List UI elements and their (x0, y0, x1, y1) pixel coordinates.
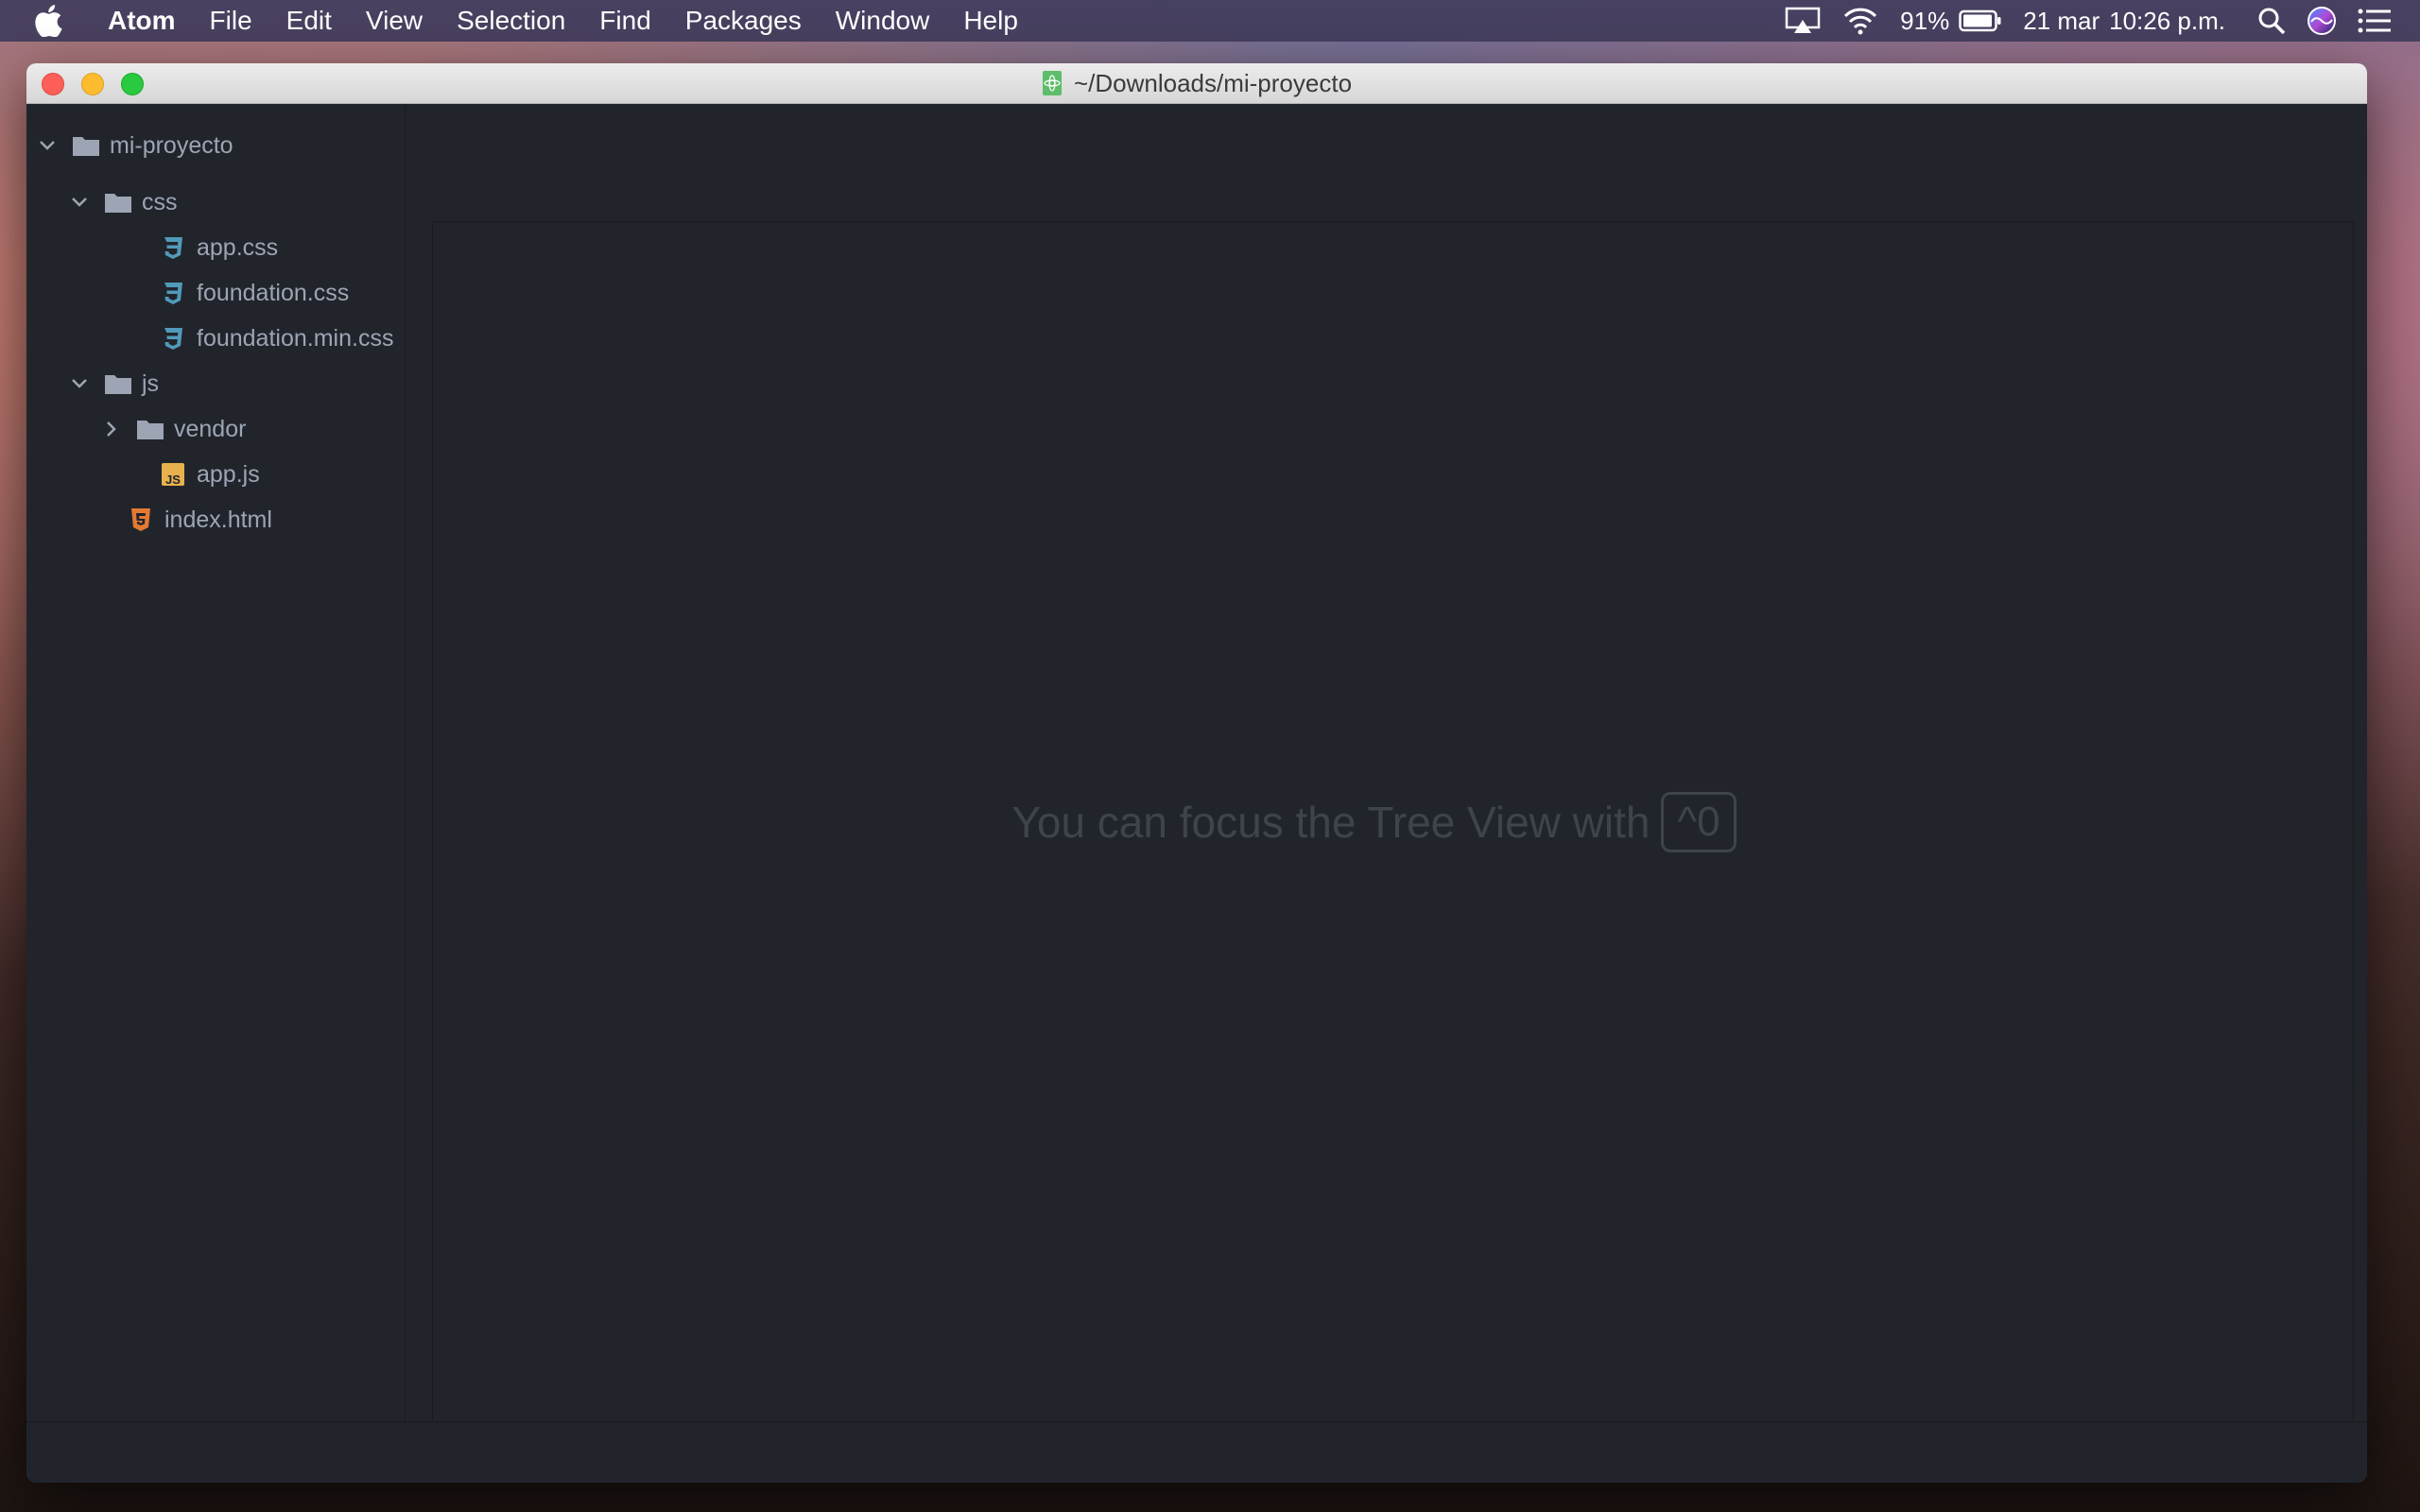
tree-root-folder[interactable]: mi-proyecto (38, 127, 233, 164)
notification-center-icon[interactable] (2358, 8, 2392, 34)
chevron-down-icon[interactable] (70, 374, 89, 393)
tree-item-label: foundation.css (197, 279, 350, 306)
battery-percent: 91% (1900, 6, 1950, 35)
battery-icon[interactable] (1959, 9, 2002, 32)
css3-file-icon (159, 281, 187, 305)
tree-view[interactable]: mi-proyecto css app.css foundation.css f… (26, 104, 406, 1422)
minimize-button[interactable] (81, 73, 104, 95)
tree-file-app-css[interactable]: app.css (159, 229, 278, 266)
window-titlebar[interactable]: ~/Downloads/mi-proyecto (26, 63, 2367, 104)
tree-item-label: app.js (197, 460, 260, 488)
tree-file-foundation-min-css[interactable]: foundation.min.css (159, 319, 393, 357)
menu-help[interactable]: Help (946, 0, 1035, 42)
tree-view-focus-hint: You can focus the Tree View with ^0 (1011, 792, 1737, 852)
svg-text:JS: JS (165, 472, 181, 487)
menu-bar: Atom File Edit View Selection Find Packa… (0, 0, 2420, 42)
tree-file-index-html[interactable]: index.html (127, 501, 272, 539)
clock-date[interactable]: 21 mar (2023, 7, 2100, 36)
wifi-icon[interactable] (1841, 7, 1879, 35)
window-controls (42, 73, 161, 95)
tree-item-label: foundation.min.css (197, 324, 394, 352)
atom-window: ~/Downloads/mi-proyecto mi-proyecto css … (26, 63, 2367, 1483)
html5-file-icon (127, 507, 155, 532)
tree-item-label: js (142, 369, 160, 397)
workspace: mi-proyecto css app.css foundation.css f… (26, 104, 2367, 1483)
hint-text: You can focus the Tree View with (1011, 798, 1651, 847)
tree-item-label: index.html (164, 506, 272, 533)
editor-pane[interactable]: You can focus the Tree View with ^0 (406, 104, 2367, 1422)
menu-view[interactable]: View (349, 0, 440, 42)
menu-file[interactable]: File (193, 0, 269, 42)
close-button[interactable] (42, 73, 64, 95)
siri-icon[interactable] (2307, 6, 2337, 36)
empty-pane[interactable]: You can focus the Tree View with ^0 (432, 221, 2354, 1422)
folder-icon (136, 417, 164, 441)
menu-packages[interactable]: Packages (668, 0, 819, 42)
tree-folder-css[interactable]: css (70, 183, 178, 221)
airplay-icon[interactable] (1785, 7, 1821, 35)
apple-menu-icon[interactable] (34, 0, 72, 42)
tree-file-foundation-css[interactable]: foundation.css (159, 274, 349, 312)
spotlight-search-icon[interactable] (2257, 7, 2286, 35)
keyboard-shortcut-badge: ^0 (1661, 792, 1737, 852)
status-bar (26, 1421, 2367, 1483)
folder-icon (104, 371, 132, 396)
menu-find[interactable]: Find (582, 0, 667, 42)
tree-folder-vendor[interactable]: vendor (102, 410, 246, 448)
css3-file-icon (159, 235, 187, 260)
chevron-down-icon[interactable] (38, 136, 57, 155)
window-title: ~/Downloads/mi-proyecto (1073, 68, 1353, 97)
tree-folder-js[interactable]: js (70, 365, 159, 403)
status-menus: 91% 21 mar 10:26 p.m. (1785, 0, 2420, 42)
tree-item-label: vendor (174, 415, 247, 442)
tree-item-label: mi-proyecto (110, 131, 233, 159)
zoom-button[interactable] (121, 73, 144, 95)
folder-icon (72, 133, 100, 158)
project-folder-icon (1042, 71, 1062, 95)
folder-icon (104, 190, 132, 215)
javascript-file-icon: JS (159, 462, 187, 487)
menu-edit[interactable]: Edit (269, 0, 349, 42)
chevron-right-icon[interactable] (102, 420, 121, 438)
css3-file-icon (159, 326, 187, 351)
tree-file-app-js[interactable]: JS app.js (159, 455, 260, 493)
tree-item-label: css (142, 188, 178, 215)
tree-item-label: app.css (197, 233, 279, 261)
menu-selection[interactable]: Selection (440, 0, 582, 42)
menu-window[interactable]: Window (819, 0, 947, 42)
chevron-down-icon[interactable] (70, 193, 89, 212)
clock-time[interactable]: 10:26 p.m. (2109, 7, 2225, 36)
menu-app-atom[interactable]: Atom (98, 0, 193, 42)
